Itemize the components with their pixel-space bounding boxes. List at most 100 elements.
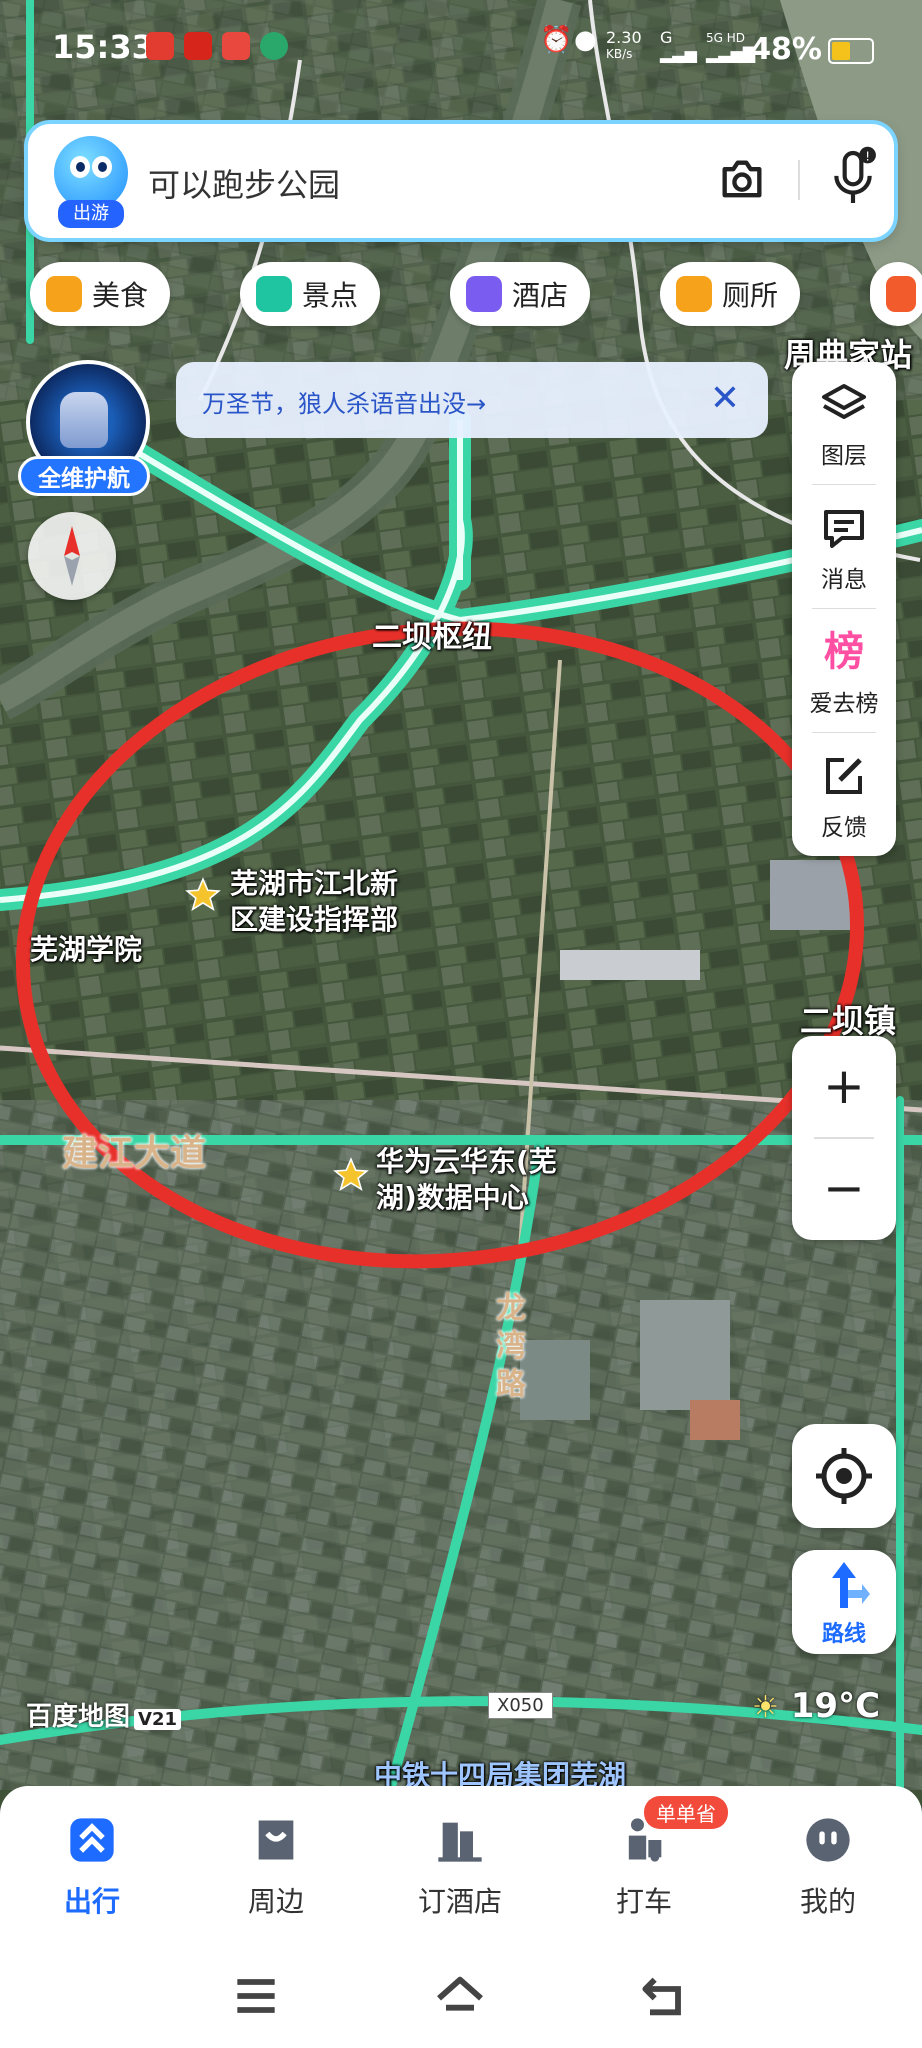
map-label-college[interactable]: 芜湖学院 [30, 928, 142, 968]
car-icon [60, 392, 108, 448]
alarm-icon: ⏰ [540, 25, 573, 55]
chip-label: 美食 [92, 279, 149, 312]
tab-hotel-booking[interactable]: 订酒店 [390, 1806, 530, 1936]
chip-scenic[interactable]: 景点 [240, 262, 381, 326]
search-input[interactable]: 可以跑步公园 [148, 160, 340, 206]
feedback-button[interactable]: 反馈 [792, 734, 896, 856]
home-icon[interactable] [432, 1968, 488, 2024]
camera-icon[interactable] [716, 154, 768, 206]
status-time: 15:33 [52, 28, 154, 66]
ranking-label: 爱去榜 [809, 691, 879, 717]
nearby-icon [258, 1820, 294, 1860]
scenic-icon [256, 276, 292, 312]
poi-label-line: 区建设指挥部 [230, 903, 399, 936]
hotel-booking-icon [438, 1822, 482, 1862]
ranking-button[interactable]: 榜 爱去榜 [792, 610, 896, 732]
zoom-control: + − [792, 1036, 896, 1240]
net-speed-unit: KB/s [606, 47, 633, 61]
chip-label: 厕所 [722, 279, 779, 312]
chip-food[interactable]: 美食 [30, 262, 171, 326]
message-icon [824, 510, 864, 548]
chip-toilet[interactable]: 厕所 [660, 262, 801, 326]
poi-star-icon[interactable] [184, 876, 222, 914]
divider [812, 732, 876, 733]
compass-button[interactable] [28, 512, 116, 600]
tab-label: 我的 [799, 1885, 856, 1918]
tab-nearby[interactable]: 周边 [206, 1806, 346, 1936]
taxi-promo-badge: 单单省 [644, 1796, 728, 1829]
signal-bars-icon: ▂▃▅▇ [706, 44, 756, 63]
profile-icon [806, 1818, 850, 1862]
mascot-eye [92, 156, 112, 178]
mascot-label: 出游 [58, 200, 124, 228]
system-nav-bar [0, 1946, 922, 2048]
locate-button[interactable] [792, 1424, 896, 1528]
route-label: 路线 [821, 1622, 866, 1647]
zoom-out-button[interactable]: − [792, 1138, 896, 1238]
layers-button[interactable]: 图层 [792, 362, 896, 484]
map-tools-panel: 图层 消息 榜 爱去榜 反馈 [792, 362, 896, 856]
tab-label: 周边 [247, 1885, 304, 1918]
promo-banner[interactable]: 万圣节，狼人杀语音出没→ ✕ [176, 362, 768, 438]
status-bar: 15:33 ⏰ ● 2.30 KB/s G ▂▃▅ 5G HD ▂▃▅▇ 48% [0, 0, 922, 100]
road-label-avenue: 建江大道 [62, 1133, 207, 1174]
road-label-char: 湾 [496, 1329, 526, 1364]
signal-bars-icon: ▂▃▅ [660, 44, 697, 63]
app-notification-icon [146, 32, 174, 60]
compass-icon [64, 526, 80, 586]
close-icon[interactable]: ✕ [710, 378, 740, 419]
route-arrow-icon [832, 1562, 870, 1608]
category-icon [886, 276, 916, 312]
nav-3d-label: 全维护航 [18, 456, 150, 496]
map-label-hub[interactable]: 二坝枢纽 [372, 612, 492, 656]
road-label-char: 路 [496, 1367, 526, 1402]
chip-more[interactable] [870, 262, 922, 326]
toilet-icon [676, 276, 712, 312]
poi-label-huawei[interactable]: 华为云华东(芜 湖)数据中心 [376, 1144, 557, 1216]
search-separator [798, 160, 800, 200]
tab-profile[interactable]: 我的 [758, 1806, 898, 1936]
menu-icon[interactable] [228, 1968, 284, 2024]
poi-label-jiangbei[interactable]: 芜湖市江北新 区建设指挥部 [230, 866, 398, 938]
food-icon [46, 276, 82, 312]
signal-1: G ▂▃▅ [660, 30, 697, 62]
route-code-badge: X050 [488, 1692, 553, 1719]
zoom-in-button[interactable]: + [792, 1036, 896, 1136]
poi-label-line: 芜湖市江北新 [230, 867, 399, 900]
route-button[interactable]: 路线 [792, 1550, 896, 1654]
weather-widget[interactable]: ☀ 19°C [752, 1686, 880, 1726]
app-notification-icon [222, 32, 250, 60]
net-speed-value: 2.30 [606, 28, 642, 47]
back-icon[interactable] [636, 1968, 692, 2024]
road-label-longwan: 龙 湾 路 [496, 1290, 526, 1404]
app-notification-icon [260, 32, 288, 60]
ranking-icon: 榜 [824, 629, 864, 675]
bottom-tab-bar: 出行 周边 订酒店 打车 我的 [0, 1786, 922, 1946]
layers-label: 图层 [821, 443, 867, 469]
target-icon [816, 1448, 872, 1504]
weather-sun-icon: ☀ [752, 1690, 779, 1725]
chip-hotel[interactable]: 酒店 [450, 262, 591, 326]
signal-2: 5G HD ▂▃▅▇ [706, 30, 755, 62]
hotel-icon [466, 276, 502, 312]
temperature-text: 19°C [790, 1686, 881, 1726]
tab-travel[interactable]: 出行 [22, 1806, 162, 1936]
messages-button[interactable]: 消息 [792, 486, 896, 608]
tab-label: 打车 [615, 1885, 672, 1918]
poi-label-line: 湖)数据中心 [376, 1181, 529, 1214]
road-label-char: 龙 [496, 1291, 526, 1326]
microphone-icon[interactable]: ! [828, 146, 878, 210]
location-icon: ● [574, 25, 597, 55]
mcdonalds-icon [184, 32, 212, 60]
nav-3d-button[interactable]: 全维护航 [18, 360, 150, 496]
search-bar[interactable]: 出游 可以跑步公园 ! [28, 124, 894, 238]
poi-star-icon[interactable] [332, 1156, 370, 1194]
mascot-avatar[interactable]: 出游 [54, 136, 128, 228]
map-label-company[interactable]: 中铁十四局集团芜湖 [374, 1754, 626, 1790]
tab-label: 出行 [63, 1885, 120, 1918]
feedback-label: 反馈 [821, 815, 867, 841]
tab-label: 订酒店 [417, 1885, 502, 1918]
chip-label: 景点 [302, 279, 359, 312]
divider [812, 484, 876, 485]
banner-text[interactable]: 万圣节，狼人杀语音出没→ [202, 384, 486, 419]
